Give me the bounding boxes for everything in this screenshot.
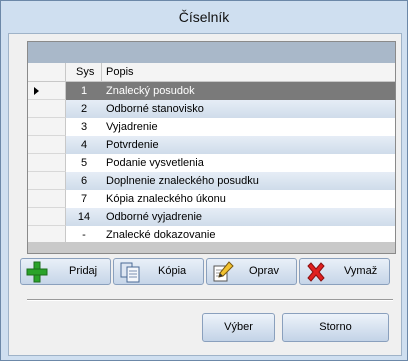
cell-popis[interactable]: Znalecký posudok — [102, 82, 395, 100]
row-selector[interactable] — [28, 154, 66, 172]
table-row[interactable]: 5 Podanie vysvetlenia — [28, 154, 395, 172]
edit-icon — [212, 261, 234, 283]
table-row[interactable]: 7 Kópia znaleckého úkonu — [28, 190, 395, 208]
cell-popis[interactable]: Kópia znaleckého úkonu — [102, 190, 395, 208]
cell-sys[interactable]: 1 — [66, 82, 102, 100]
table-row[interactable]: 4 Potvrdenie — [28, 136, 395, 154]
row-selector[interactable] — [28, 82, 66, 100]
row-selector[interactable] — [28, 136, 66, 154]
dialog-client-area: Sys Popis 1 Znalecký posudok 2 Odborné stan… — [8, 33, 402, 356]
cell-sys[interactable]: 2 — [66, 100, 102, 118]
delete-button[interactable]: Vymaž — [299, 258, 390, 285]
table-row[interactable]: 1 Znalecký posudok — [28, 82, 395, 100]
cell-popis[interactable]: Potvrdenie — [102, 136, 395, 154]
column-header-popis[interactable]: Popis — [102, 63, 395, 82]
row-selector[interactable] — [28, 208, 66, 226]
grid-group-panel — [28, 42, 395, 63]
cell-popis[interactable]: Odborné vyjadrenie — [102, 208, 395, 226]
cell-sys[interactable]: 7 — [66, 190, 102, 208]
edit-button[interactable]: Oprav — [206, 258, 297, 285]
delete-x-icon — [305, 261, 327, 283]
codelist-grid[interactable]: Sys Popis 1 Znalecký posudok 2 Odborné stan… — [27, 41, 396, 254]
copy-button-label: Kópia — [158, 265, 187, 277]
cell-popis[interactable]: Podanie vysvetlenia — [102, 154, 395, 172]
add-button-label: Pridaj — [69, 265, 98, 277]
row-selector[interactable] — [28, 100, 66, 118]
divider — [27, 299, 393, 301]
table-row[interactable]: 14 Odborné vyjadrenie — [28, 208, 395, 226]
add-button[interactable]: Pridaj — [20, 258, 111, 285]
cell-sys[interactable]: 3 — [66, 118, 102, 136]
cell-popis[interactable]: Doplnenie znaleckého posudku — [102, 172, 395, 190]
select-button-label: Výber — [224, 321, 253, 333]
cancel-button[interactable]: Storno — [282, 313, 389, 342]
row-selector[interactable] — [28, 190, 66, 208]
delete-button-label: Vymaž — [344, 265, 378, 277]
select-button[interactable]: Výber — [202, 313, 275, 342]
current-row-arrow-icon — [34, 87, 39, 95]
table-row[interactable]: 2 Odborné stanovisko — [28, 100, 395, 118]
grid-footer-bar — [28, 242, 395, 253]
cell-sys[interactable]: 5 — [66, 154, 102, 172]
edit-button-label: Oprav — [249, 265, 279, 277]
row-selector-header — [28, 63, 66, 82]
window-title: Číselník — [178, 9, 230, 25]
cell-popis[interactable]: Odborné stanovisko — [102, 100, 395, 118]
cancel-button-label: Storno — [319, 321, 352, 333]
row-selector[interactable] — [28, 172, 66, 190]
table-row[interactable]: 3 Vyjadrenie — [28, 118, 395, 136]
cell-sys[interactable]: 14 — [66, 208, 102, 226]
row-selector[interactable] — [28, 118, 66, 136]
dialog-window: Číselník Sys Popis 1 Znalecký posudok 2 Odb… — [0, 0, 408, 361]
copy-icon — [119, 261, 141, 283]
copy-button[interactable]: Kópia — [113, 258, 204, 285]
column-header-sys[interactable]: Sys — [66, 63, 102, 82]
cell-sys[interactable]: 6 — [66, 172, 102, 190]
table-row[interactable]: 6 Doplnenie znaleckého posudku — [28, 172, 395, 190]
plus-icon — [26, 261, 48, 283]
cell-sys[interactable]: 4 — [66, 136, 102, 154]
cell-popis[interactable]: Vyjadrenie — [102, 118, 395, 136]
